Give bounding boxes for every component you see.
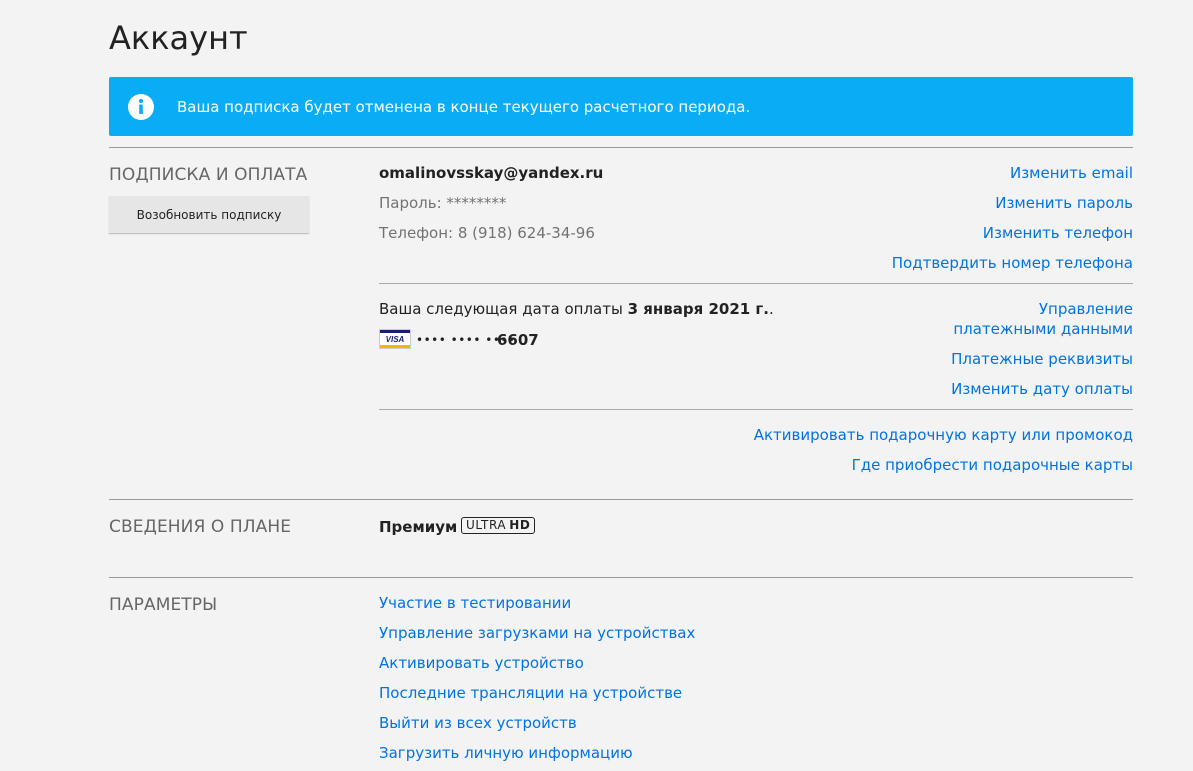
- account-password: Пароль: ********: [379, 194, 507, 212]
- cancellation-banner: Ваша подписка будет отменена в конце тек…: [109, 77, 1133, 136]
- divider: [109, 499, 1133, 500]
- account-phone: Телефон: 8 (918) 624-34-96: [379, 224, 595, 242]
- activate-device-link[interactable]: Активировать устройство: [379, 653, 584, 673]
- change-billing-date-link[interactable]: Изменить дату оплаты: [951, 379, 1133, 399]
- visa-card-brand: VISA: [386, 335, 405, 344]
- activate-gift-card-link[interactable]: Активировать подарочную карту или промок…: [754, 425, 1133, 445]
- divider: [379, 283, 1133, 284]
- divider: [109, 147, 1133, 148]
- next-billing-date-value: 3 января 2021 г.: [627, 300, 769, 318]
- change-email-link[interactable]: Изменить email: [1010, 163, 1133, 183]
- account-page: Аккаунт Ваша подписка будет отменена в к…: [0, 0, 1193, 771]
- card-last4: 6607: [497, 331, 539, 349]
- divider: [109, 577, 1133, 578]
- badge-ultra: ULTRA: [466, 518, 507, 532]
- manage-payment-link[interactable]: Управление платежными данными: [933, 299, 1133, 339]
- plan-name: Премиум: [379, 518, 458, 536]
- payment-details-link[interactable]: Платежные реквизиты: [951, 349, 1133, 369]
- info-icon: [128, 94, 154, 120]
- next-billing-date: Ваша следующая дата оплаты 3 января 2021…: [379, 299, 774, 319]
- confirm-phone-link[interactable]: Подтвердить номер телефона: [892, 253, 1133, 273]
- section-title-plan: СВЕДЕНИЯ О ПЛАНЕ: [109, 517, 292, 537]
- download-personal-info-link[interactable]: Загрузить личную информацию: [379, 743, 633, 763]
- manage-downloads-link[interactable]: Управление загрузками на устройствах: [379, 623, 695, 643]
- next-billing-suffix: .: [768, 300, 774, 318]
- section-title-settings: ПАРАМЕТРЫ: [109, 595, 218, 615]
- change-phone-link[interactable]: Изменить телефон: [983, 223, 1133, 243]
- ultra-hd-badge: ULTRA HD: [461, 517, 536, 534]
- visa-card-icon: VISA: [379, 329, 411, 349]
- sign-out-all-devices-link[interactable]: Выйти из всех устройств: [379, 713, 577, 733]
- next-billing-prefix: Ваша следующая дата оплаты: [379, 300, 628, 318]
- resume-subscription-button[interactable]: Возобновить подписку: [109, 196, 309, 233]
- page-title: Аккаунт: [109, 19, 248, 57]
- change-password-link[interactable]: Изменить пароль: [995, 193, 1133, 213]
- badge-hd: HD: [509, 518, 531, 532]
- section-title-subscription: ПОДПИСКА И ОПЛАТА: [109, 165, 308, 185]
- banner-text: Ваша подписка будет отменена в конце тек…: [177, 98, 751, 116]
- divider: [379, 409, 1133, 410]
- where-to-buy-gift-cards-link[interactable]: Где приобрести подарочные карты: [852, 455, 1133, 475]
- account-email: omalinovsskay@yandex.ru: [379, 164, 604, 182]
- recent-streaming-link[interactable]: Последние трансляции на устройстве: [379, 683, 682, 703]
- test-participation-link[interactable]: Участие в тестировании: [379, 593, 571, 613]
